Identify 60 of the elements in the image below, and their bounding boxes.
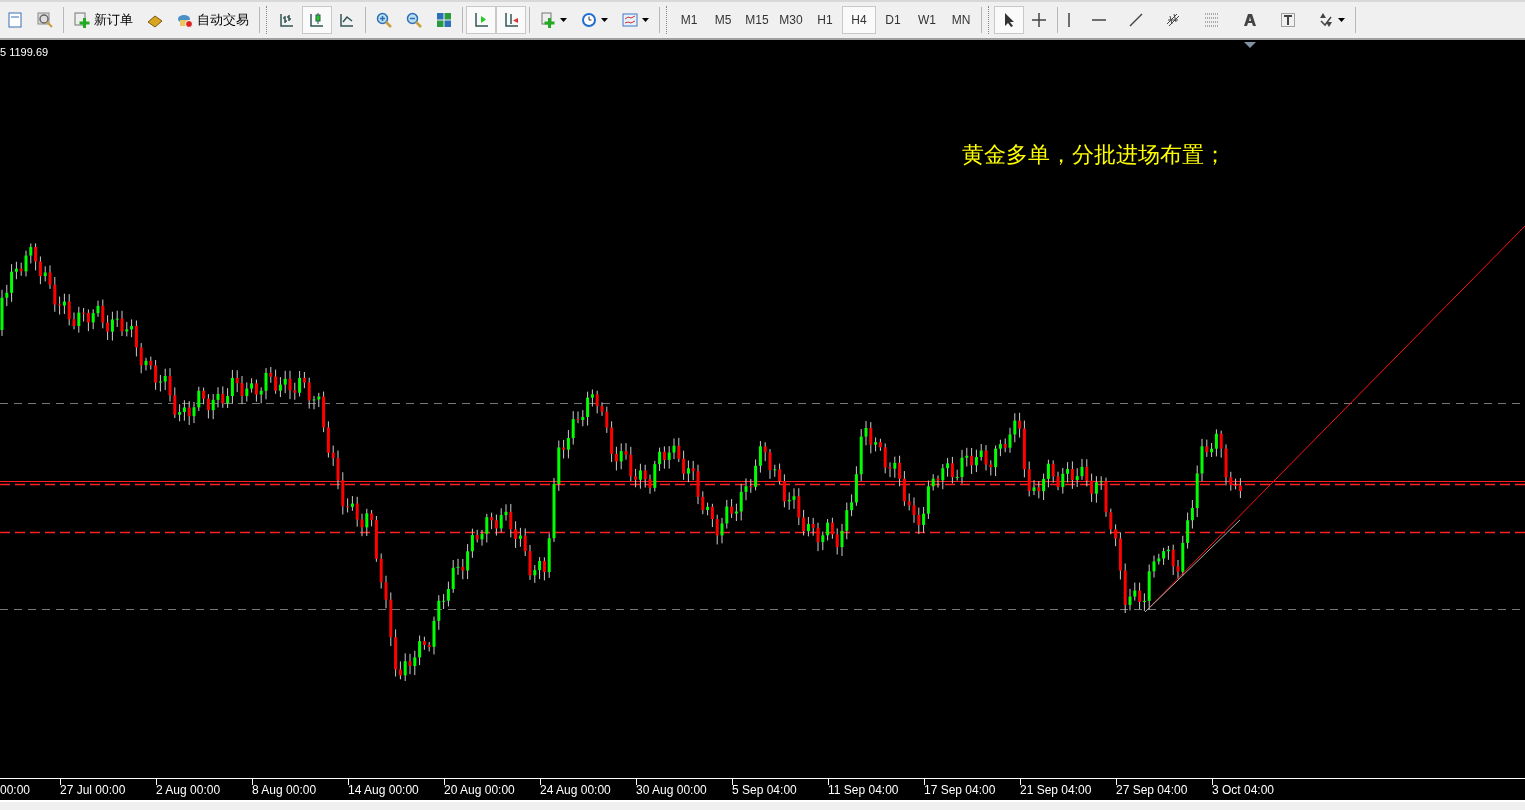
axis-label: 17 Sep 04:00 — [924, 782, 997, 799]
candlestick-chart-button[interactable] — [302, 6, 332, 34]
axis-label: 24 Aug 00:00 — [540, 782, 612, 799]
fibonacci-icon — [1204, 12, 1220, 28]
timeframe-button[interactable]: M5 — [706, 6, 740, 34]
zoom-out-icon — [406, 12, 422, 28]
caret-icon — [601, 18, 608, 22]
axis-label: 2 Aug 00:00 — [156, 782, 222, 799]
axis-label: 30 Aug 00:00 — [636, 782, 708, 799]
auto-trading-button[interactable]: 自动交易 — [170, 6, 256, 34]
new-chart-icon — [7, 12, 23, 28]
axis-label: 14 Aug 00:00 — [348, 782, 420, 799]
cursor-button[interactable] — [994, 6, 1024, 34]
timeframe-button[interactable]: M15 — [740, 6, 774, 34]
vertical-line-icon — [1068, 13, 1070, 27]
horizontal-line-icon — [1092, 19, 1106, 21]
chart-annotation: 黄金多单，分批进场布置； — [962, 141, 1226, 169]
caret-icon — [642, 18, 649, 22]
axis-label: 11 Sep 04:00 — [828, 782, 900, 799]
trendline-icon — [1128, 12, 1144, 28]
axis-label: 27 Jul 00:00 — [60, 782, 127, 799]
auto-trading-icon — [177, 12, 193, 28]
shift-marker-icon — [1244, 42, 1256, 48]
auto-scroll-icon — [473, 12, 489, 28]
timeframe-button[interactable]: M30 — [774, 6, 808, 34]
text-icon — [1242, 12, 1258, 28]
arrows-icon — [1318, 12, 1334, 28]
periods-icon — [581, 12, 597, 28]
chart-shift-icon — [503, 12, 519, 28]
caret-icon — [560, 18, 567, 22]
text-label-icon — [1280, 12, 1296, 28]
candlestick-chart-icon — [309, 12, 325, 28]
timeframe-button[interactable]: M1 — [672, 6, 706, 34]
price-label: 5 1199.69 — [0, 45, 49, 60]
crosshair-icon — [1031, 12, 1047, 28]
axis-label: 3 Oct 04:00 — [1212, 782, 1276, 799]
indicators-icon — [540, 12, 556, 28]
timeframe-button[interactable]: W1 — [910, 6, 944, 34]
templates-icon — [622, 12, 638, 28]
axis-label: 5 Sep 04:00 — [732, 782, 798, 799]
chart-shift-button[interactable] — [496, 6, 526, 34]
axis-label: 00:00 — [0, 782, 32, 799]
timeframe-button[interactable]: D1 — [876, 6, 910, 34]
timeframe-button[interactable]: H4 — [842, 6, 876, 34]
new-order-icon — [74, 12, 90, 28]
new-order-button[interactable]: 新订单 — [67, 6, 140, 34]
bar-chart-icon — [279, 12, 295, 28]
axis-label: 27 Sep 04:00 — [1116, 782, 1189, 799]
line-chart-icon — [339, 12, 355, 28]
axis-label: 21 Sep 04:00 — [1020, 782, 1093, 799]
caret-icon — [1338, 18, 1345, 22]
zoom-chart-icon — [37, 12, 53, 28]
channel-icon — [1166, 12, 1182, 28]
timeframe-button[interactable]: H1 — [808, 6, 842, 34]
timeframe-button[interactable]: MN — [944, 6, 978, 34]
axis-label: 20 Aug 00:00 — [444, 782, 516, 799]
tile-windows-icon — [436, 12, 452, 28]
zoom-in-icon — [376, 12, 392, 28]
auto-scroll-button[interactable] — [466, 6, 496, 34]
axis-label: 8 Aug 00:00 — [252, 782, 318, 799]
